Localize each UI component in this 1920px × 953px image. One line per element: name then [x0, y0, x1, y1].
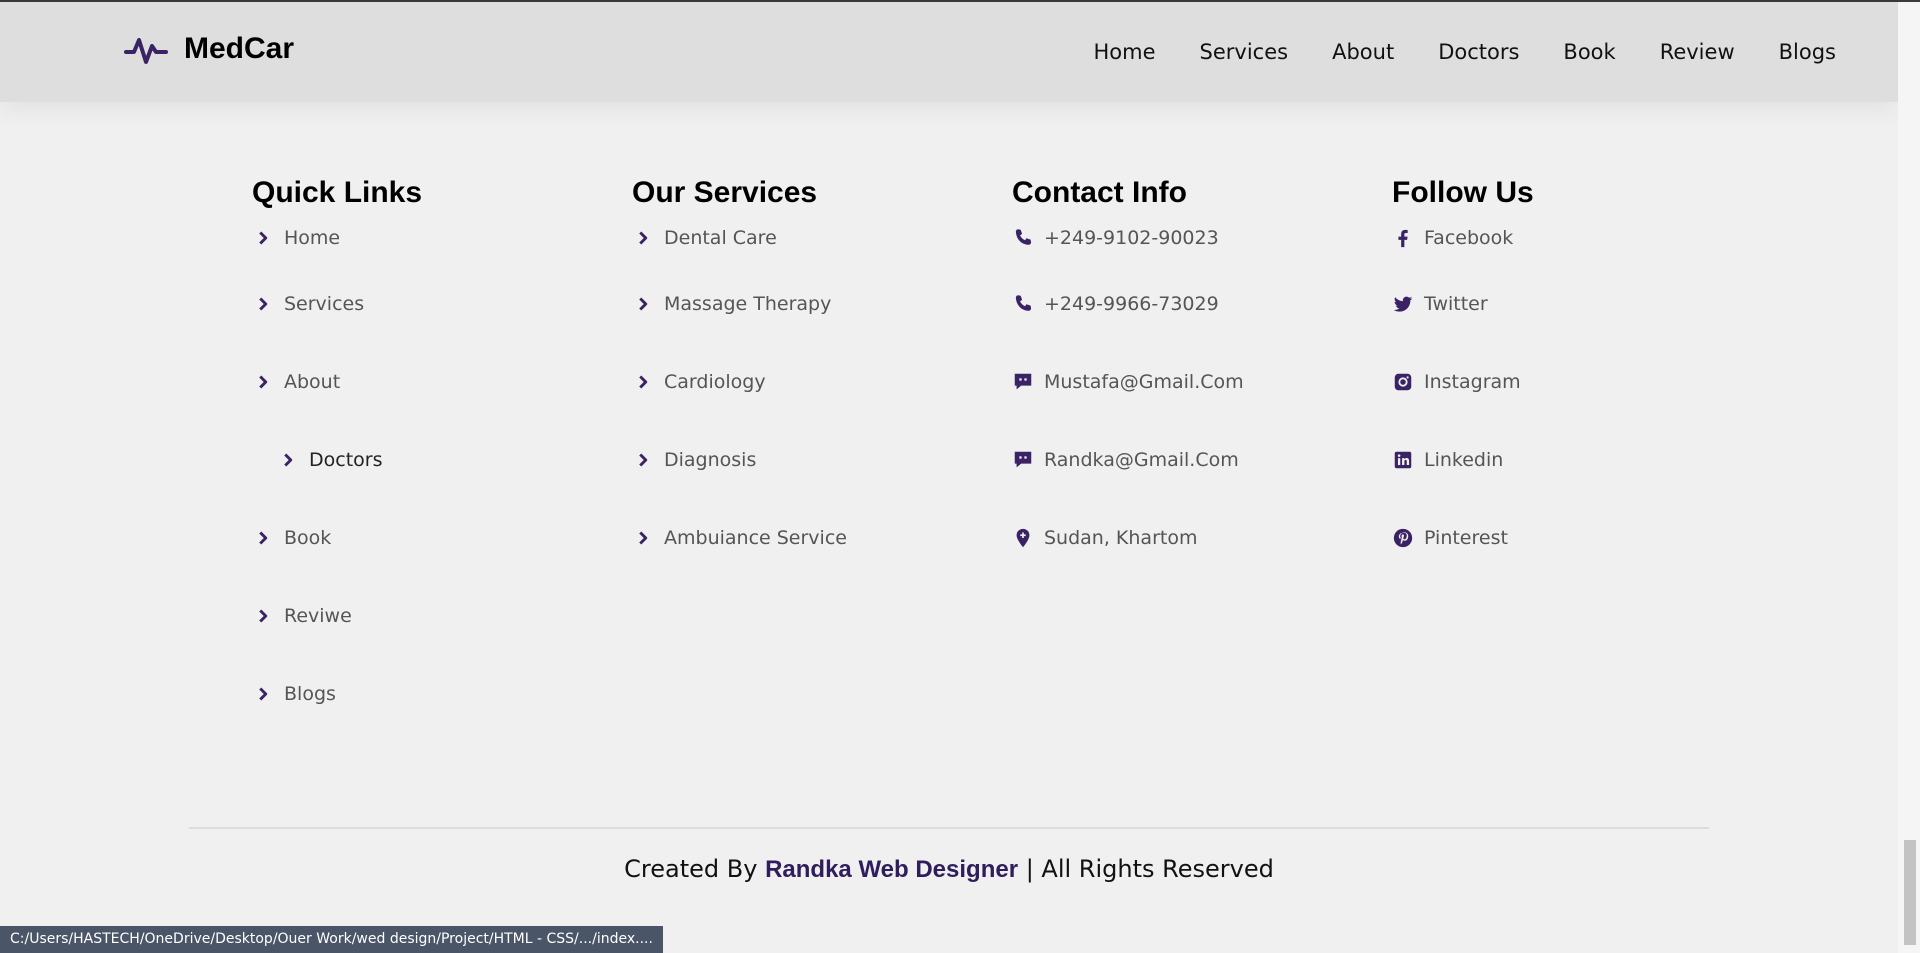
services-item-cardiology[interactable]: Cardiology	[632, 343, 847, 421]
contact-item-label: +249-9102-90023	[1044, 227, 1219, 249]
chevron-right-icon	[252, 683, 274, 705]
follow-item-instagram[interactable]: Instagram	[1392, 343, 1534, 421]
credit-line: Created By Randka Web Designer | All Rig…	[0, 855, 1898, 884]
nav-link-services[interactable]: Services	[1200, 40, 1289, 64]
quick-links-item-label: Home	[284, 227, 341, 249]
credit-author[interactable]: Randka Web Designer	[765, 856, 1018, 883]
twitter-icon	[1392, 293, 1414, 315]
services-title: Our Services	[632, 176, 818, 209]
logo-text: MedCar	[184, 32, 295, 65]
quick-links-list: Home Services About Doctors Book Reviwe Blogs	[252, 227, 422, 733]
services-item-label: Cardiology	[664, 371, 766, 393]
chevron-right-icon	[252, 527, 274, 549]
contact-item-sudan-khartom[interactable]: Sudan, Khartom	[1012, 499, 1244, 577]
follow-item-label: Facebook	[1424, 227, 1514, 249]
chevron-right-icon	[632, 227, 654, 249]
pinterest-icon	[1392, 527, 1414, 549]
linkedin-icon	[1392, 449, 1414, 471]
nav-link-about[interactable]: About	[1332, 40, 1394, 64]
heartbeat-icon	[124, 38, 168, 64]
nav-link-doctors[interactable]: Doctors	[1438, 40, 1519, 64]
chevron-right-icon	[632, 293, 654, 315]
quick-links-column: Quick Links Home Services About Doctors Book…	[252, 176, 422, 733]
quick-links-item-services[interactable]: Services	[252, 265, 422, 343]
map-pin-icon	[1012, 527, 1034, 549]
contact-list: +249-9102-90023 +249-9966-73029 Mustafa@Gm…	[1012, 227, 1244, 577]
follow-item-linkedin[interactable]: Linkedin	[1392, 421, 1534, 499]
contact-item-mustafa-gmail-com[interactable]: Mustafa@Gmail.Com	[1012, 343, 1244, 421]
chevron-right-icon	[252, 293, 274, 315]
services-column: Our Services Dental Care Massage Therapy C…	[632, 176, 847, 577]
quick-links-item-label: About	[284, 371, 341, 393]
contact-item-label: Randka@Gmail.Com	[1044, 449, 1239, 471]
chat-icon	[1012, 371, 1034, 393]
chevron-right-icon	[252, 605, 274, 627]
quick-links-item-label: Blogs	[284, 683, 336, 705]
contact-item-randka-gmail-com[interactable]: Randka@Gmail.Com	[1012, 421, 1244, 499]
contact-title: Contact Info	[1012, 176, 1187, 209]
nav-link-review[interactable]: Review	[1660, 40, 1735, 64]
nav-link-book[interactable]: Book	[1563, 40, 1615, 64]
follow-title: Follow Us	[1392, 176, 1534, 209]
quick-links-item-about[interactable]: About	[252, 343, 422, 421]
quick-links-item-label: Doctors	[309, 449, 383, 471]
contact-item-249-9966-73029[interactable]: +249-9966-73029	[1012, 265, 1244, 343]
services-item-diagnosis[interactable]: Diagnosis	[632, 421, 847, 499]
contact-item-249-9102-90023[interactable]: +249-9102-90023	[1012, 227, 1244, 265]
main-nav: Home Services About Doctors Book Review Blogs	[1094, 40, 1836, 64]
credit-prefix: Created By	[624, 855, 758, 883]
follow-column: Follow Us Facebook Twitter Instagram Linked…	[1392, 176, 1534, 577]
credit-suffix: | All Rights Reserved	[1025, 855, 1274, 883]
follow-item-facebook[interactable]: Facebook	[1392, 227, 1534, 265]
chevron-right-icon	[632, 527, 654, 549]
chevron-right-icon	[252, 371, 274, 393]
phone-icon	[1012, 227, 1034, 249]
services-item-label: Ambuiance Service	[664, 527, 847, 549]
quick-links-item-home[interactable]: Home	[252, 227, 422, 265]
chevron-right-icon	[252, 227, 274, 249]
quick-links-item-label: Book	[284, 527, 332, 549]
quick-links-item-doctors[interactable]: Doctors	[252, 421, 422, 499]
nav-link-home[interactable]: Home	[1094, 40, 1156, 64]
follow-item-pinterest[interactable]: Pinterest	[1392, 499, 1534, 577]
facebook-icon	[1392, 227, 1414, 249]
chat-icon	[1012, 449, 1034, 471]
follow-item-label: Twitter	[1424, 293, 1488, 315]
follow-item-label: Instagram	[1424, 371, 1521, 393]
quick-links-item-label: Reviwe	[284, 605, 352, 627]
contact-column: Contact Info +249-9102-90023 +249-9966-73…	[1012, 176, 1244, 577]
services-item-label: Dental Care	[664, 227, 777, 249]
follow-item-label: Linkedin	[1424, 449, 1504, 471]
site-header: MedCar Home Services About Doctors Book Revie…	[0, 2, 1898, 102]
browser-status-bar: C:/Users/HASTECH/OneDrive/Desktop/Ouer W…	[0, 926, 663, 953]
contact-item-label: Sudan, Khartom	[1044, 527, 1198, 549]
services-item-dental-care[interactable]: Dental Care	[632, 227, 847, 265]
services-item-ambuiance-service[interactable]: Ambuiance Service	[632, 499, 847, 577]
scrollbar-thumb[interactable]	[1904, 840, 1916, 945]
chevron-right-icon	[632, 371, 654, 393]
follow-item-label: Pinterest	[1424, 527, 1508, 549]
contact-item-label: +249-9966-73029	[1044, 293, 1219, 315]
footer-divider	[189, 827, 1709, 829]
follow-item-twitter[interactable]: Twitter	[1392, 265, 1534, 343]
instagram-icon	[1392, 371, 1414, 393]
services-item-massage-therapy[interactable]: Massage Therapy	[632, 265, 847, 343]
quick-links-item-blogs[interactable]: Blogs	[252, 655, 422, 733]
chevron-right-icon	[632, 449, 654, 471]
follow-list: Facebook Twitter Instagram Linkedin Pinteres…	[1392, 227, 1534, 577]
page-scrollbar[interactable]	[1898, 2, 1920, 953]
quick-links-item-reviwe[interactable]: Reviwe	[252, 577, 422, 655]
quick-links-item-book[interactable]: Book	[252, 499, 422, 577]
services-item-label: Diagnosis	[664, 449, 757, 471]
quick-links-title: Quick Links	[252, 176, 423, 209]
nav-link-blogs[interactable]: Blogs	[1779, 40, 1836, 64]
services-list: Dental Care Massage Therapy Cardiology Diag…	[632, 227, 847, 577]
phone-icon	[1012, 293, 1034, 315]
contact-item-label: Mustafa@Gmail.Com	[1044, 371, 1244, 393]
logo[interactable]: MedCar	[124, 32, 294, 66]
quick-links-item-label: Services	[284, 293, 365, 315]
chevron-right-icon	[277, 449, 299, 471]
services-item-label: Massage Therapy	[664, 293, 832, 315]
